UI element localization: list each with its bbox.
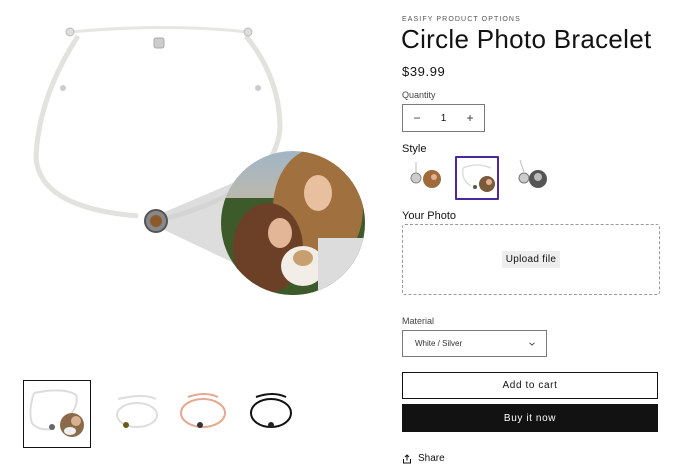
style-option-1[interactable]: [404, 156, 448, 200]
main-product-image: [18, 18, 378, 318]
style-label: Style: [402, 143, 427, 155]
vendor-label: EASIFY PRODUCT OPTIONS: [402, 16, 521, 23]
style-option-3[interactable]: [508, 156, 552, 200]
quantity-label: Quantity: [402, 90, 436, 100]
quantity-stepper: − 1 +: [402, 104, 485, 132]
product-price: $39.99: [402, 64, 446, 79]
chevron-down-icon: [529, 342, 535, 346]
thumb-white-bracelet[interactable]: [104, 381, 170, 447]
upload-file-button[interactable]: Upload file: [501, 251, 561, 268]
quantity-increase-button[interactable]: +: [462, 111, 478, 125]
add-to-cart-button[interactable]: Add to cart: [402, 372, 658, 399]
material-select[interactable]: White / Silver: [402, 330, 547, 357]
share-button[interactable]: Share: [402, 453, 445, 464]
style-option-2[interactable]: [455, 156, 499, 200]
thumb-pink-bracelet[interactable]: [170, 381, 236, 447]
thumb-black-bracelet[interactable]: [238, 381, 304, 447]
share-label: Share: [418, 453, 445, 464]
thumb-bracelet-with-photo[interactable]: [23, 380, 91, 448]
material-selected-value: White / Silver: [415, 339, 463, 348]
quantity-input[interactable]: 1: [441, 113, 447, 124]
product-title: Circle Photo Bracelet: [401, 24, 652, 54]
your-photo-label: Your Photo: [402, 210, 457, 222]
upload-dropzone[interactable]: Upload file: [402, 224, 660, 295]
buy-it-now-button[interactable]: Buy it now: [402, 404, 658, 432]
material-label: Material: [402, 316, 435, 326]
quantity-decrease-button[interactable]: −: [409, 111, 425, 125]
share-icon: [403, 453, 411, 463]
